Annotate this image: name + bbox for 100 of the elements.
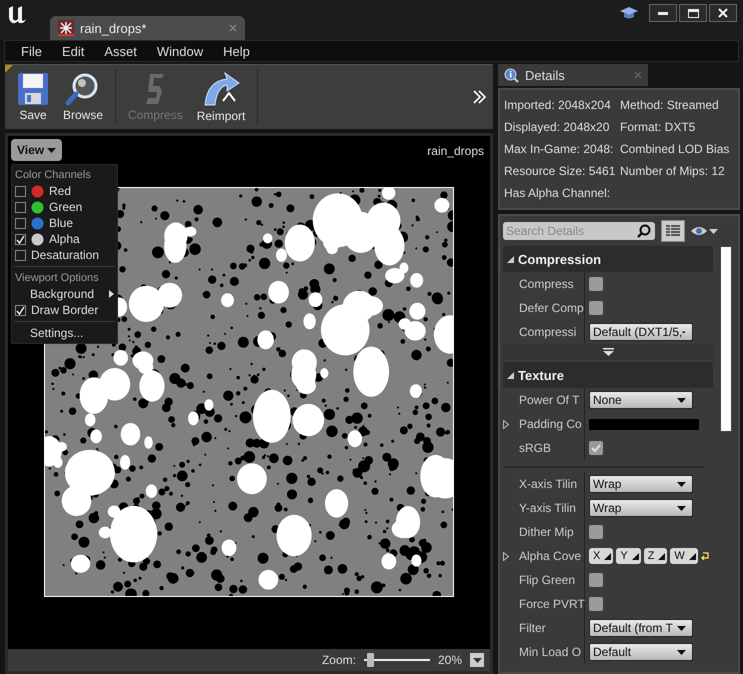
property-label: Filter (515, 616, 585, 640)
reset-arrow-icon[interactable] (700, 552, 710, 560)
menu-item[interactable]: Asset (94, 44, 147, 58)
advanced-toggle[interactable] (503, 344, 713, 360)
checkbox[interactable] (589, 525, 603, 539)
menu-item[interactable]: Desaturation (12, 247, 117, 263)
dropdown[interactable]: Default (from T (589, 619, 693, 637)
overflow-chevron-icon[interactable] (473, 90, 487, 104)
corner-triangle-icon (632, 552, 639, 560)
property-label: Compress (515, 272, 585, 296)
toolbar-button[interactable]: Reimport (190, 69, 252, 125)
menu-heading: Color Channels (14, 168, 92, 183)
dropdown[interactable]: Default (589, 643, 693, 661)
menu-item[interactable]: Background (12, 286, 117, 302)
menu-item[interactable]: Edit (52, 44, 94, 58)
checkbox[interactable] (589, 441, 603, 455)
corner-triangle-icon (604, 552, 612, 560)
texture-asset-icon (58, 20, 74, 36)
category-header[interactable]: Texture (503, 362, 713, 388)
zoom-dropdown-button[interactable] (470, 653, 484, 667)
list-icon (666, 225, 680, 237)
menu-item[interactable]: Window (146, 44, 214, 58)
expand-arrow-icon[interactable] (503, 552, 509, 560)
menu-heading: Viewport Options (14, 271, 100, 286)
maximize-button[interactable] (679, 4, 707, 22)
menu-item[interactable]: Settings... (12, 325, 117, 341)
close-button[interactable] (709, 4, 737, 22)
toolbar-button[interactable]: Browse (57, 70, 110, 124)
checkbox[interactable] (15, 234, 26, 244)
expand-arrow-icon[interactable] (503, 420, 509, 428)
checkbox[interactable] (15, 202, 26, 212)
info-text: Has Alpha Channel: (504, 185, 612, 202)
menu-item[interactable]: Draw Border (12, 302, 117, 318)
dropdown-caret-icon (677, 398, 686, 402)
property-label: Min Load O (515, 640, 585, 664)
visibility-dropdown-button[interactable] (691, 226, 718, 236)
graduation-cap-icon[interactable] (619, 5, 639, 21)
info-text: Displayed: 2048x20 (504, 119, 610, 136)
menu-item[interactable]: File (11, 44, 52, 58)
checkbox[interactable] (589, 301, 603, 315)
asset-name: rain_drops (427, 144, 484, 158)
engine-logo-icon (6, 5, 28, 25)
eye-icon (691, 226, 707, 236)
checkbox[interactable] (589, 597, 603, 611)
dropdown-caret-icon (677, 650, 686, 654)
vector-component-field[interactable]: X (589, 548, 614, 564)
property-label: Padding Co (515, 412, 585, 436)
vector-component-field[interactable]: Y (616, 548, 641, 564)
channel-sphere-icon (31, 216, 44, 230)
checkbox[interactable] (15, 304, 26, 316)
tab-title: rain_drops* (80, 20, 148, 36)
toolbar-button[interactable]: Save (11, 70, 55, 124)
search-field[interactable]: Search Details (503, 222, 655, 240)
info-text: Format: DXT5 (620, 119, 696, 136)
menu-item[interactable]: Green (12, 199, 117, 215)
search-icon (637, 224, 651, 238)
document-tab[interactable]: rain_drops* (50, 16, 245, 40)
checkbox[interactable] (589, 277, 603, 291)
dropdown[interactable]: Wrap (589, 499, 693, 517)
dropdown-caret-icon (472, 658, 482, 662)
minimize-button[interactable] (649, 4, 677, 22)
channel-sphere-icon (31, 184, 44, 198)
checkbox[interactable] (589, 573, 603, 587)
collapse-arrow-icon (507, 372, 514, 378)
property-label: Force PVRT (515, 592, 585, 616)
menu-item[interactable]: Help (213, 44, 260, 58)
zoom-label: Zoom: (322, 653, 356, 667)
menu-item[interactable]: Alpha (12, 231, 117, 247)
info-text: Combined LOD Bias (620, 141, 730, 158)
dropdown-caret-icon (709, 228, 718, 234)
property-label: Flip Green (515, 568, 585, 592)
color-swatch[interactable] (589, 418, 699, 430)
dropdown-caret-icon (677, 482, 686, 486)
menu-item[interactable]: Red (12, 183, 117, 199)
zoom-reading: 20% (438, 653, 462, 667)
info-text: Resource Size: 5461 (504, 163, 616, 180)
close-icon (718, 8, 728, 18)
checkbox[interactable] (15, 186, 26, 196)
property-label: Dither Mip (515, 520, 585, 544)
property-label: Defer Comp (515, 296, 585, 320)
vector-component-field[interactable]: W (670, 548, 698, 564)
dropdown[interactable]: None (589, 391, 693, 409)
vector-component-field[interactable]: Z (644, 548, 668, 564)
scrollbar[interactable] (720, 246, 732, 432)
expand-down-icon (602, 348, 614, 356)
collapse-arrow-icon (507, 256, 514, 262)
details-tab[interactable]: Details (498, 64, 648, 86)
view-button[interactable]: View (11, 139, 62, 161)
checkbox[interactable] (15, 218, 26, 228)
dropdown[interactable]: Default (DXT1/5, (589, 323, 693, 341)
checkbox[interactable] (15, 250, 26, 260)
info-magnifier-icon (504, 68, 519, 82)
zoom-slider[interactable] (364, 653, 430, 667)
info-text: Imported: 2048x204 (504, 97, 612, 114)
grid-view-button[interactable] (661, 220, 685, 242)
dropdown[interactable]: Wrap (589, 475, 693, 493)
submenu-arrow-icon (109, 290, 114, 298)
property-label: Alpha Cove (515, 544, 585, 568)
category-header[interactable]: Compression (503, 246, 713, 272)
menu-item[interactable]: Blue (12, 215, 117, 231)
